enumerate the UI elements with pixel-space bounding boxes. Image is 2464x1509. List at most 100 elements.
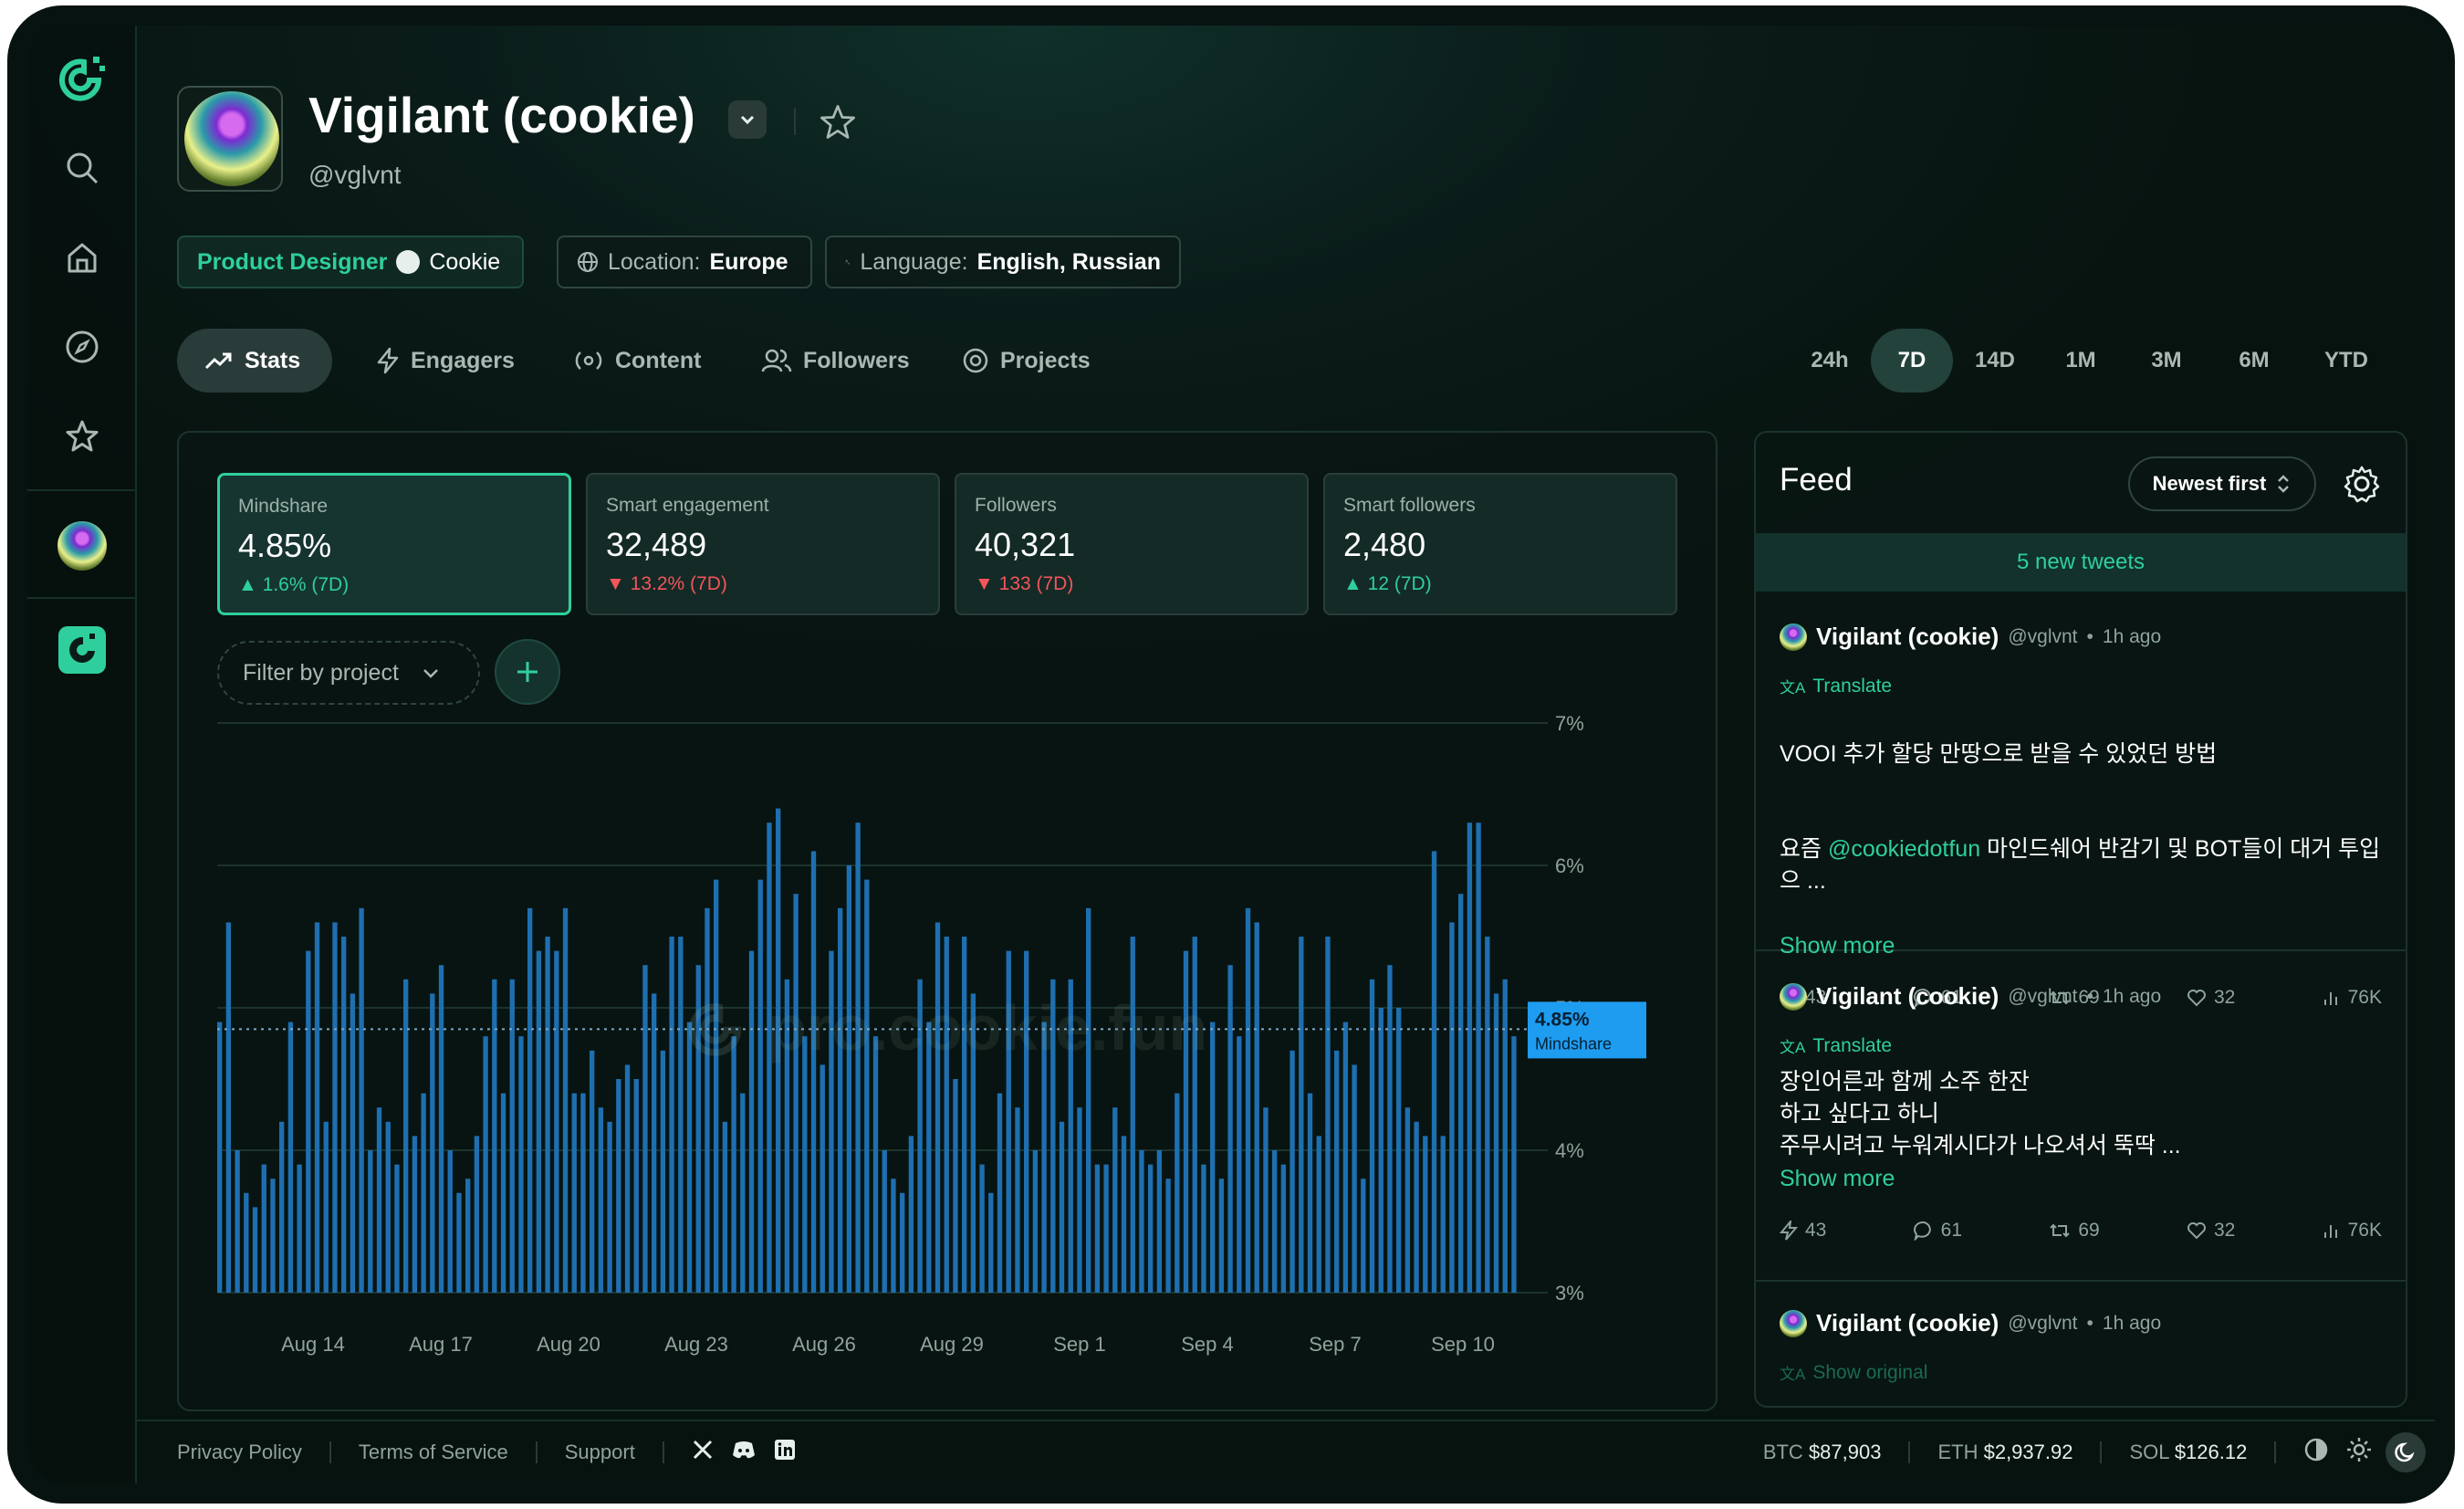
tweet-card[interactable]: Vigilant (cookie) @vglvnt • 1h ago 文A Sh…: [1756, 1282, 2406, 1406]
translate-link[interactable]: 文A Translate: [1780, 675, 2382, 697]
trending-up-icon: [204, 352, 232, 370]
x-tick-label: Sep 10: [1431, 1333, 1495, 1356]
tweet-card[interactable]: Vigilant (cookie) @vglvnt • 1h ago 文A Tr…: [1756, 951, 2406, 1282]
chart-bar: [705, 907, 710, 1293]
privacy-policy-link[interactable]: Privacy Policy: [177, 1441, 302, 1464]
language-chip: 文A Language: English, Russian: [825, 236, 1181, 288]
y-tick-label: 6%: [1555, 854, 1584, 877]
contrast-icon[interactable]: [2303, 1437, 2329, 1468]
sidebar-item-cookie-app-icon[interactable]: [55, 623, 110, 677]
views-stat[interactable]: 76K: [2323, 1220, 2382, 1242]
add-project-button[interactable]: [495, 639, 560, 705]
price-value: $2,937.92: [1983, 1441, 2073, 1463]
chart-bar: [882, 1150, 887, 1293]
chart-bar: [1032, 1150, 1039, 1293]
translate-icon: 文A: [1780, 1039, 1806, 1056]
chart-bar: [846, 865, 852, 1293]
range-7d[interactable]: 7D: [1871, 329, 1953, 393]
gear-icon[interactable]: [2342, 464, 2382, 504]
sort-select[interactable]: Newest first: [2128, 456, 2316, 511]
chart-bar: [1396, 1008, 1402, 1293]
chart-bar: [872, 1036, 879, 1293]
compass-icon[interactable]: [55, 320, 110, 374]
tab-label: Content: [615, 347, 702, 373]
x-twitter-icon[interactable]: [692, 1439, 714, 1466]
chart-bar: [536, 950, 542, 1293]
chart-bar: [562, 907, 569, 1293]
tab-engagers[interactable]: Engagers: [376, 329, 515, 393]
tweet-line: VOOI 추가 할당 만땅으로 받을 수 있었던 방법: [1780, 741, 2218, 767]
feed-title: Feed: [1780, 462, 1853, 498]
range-3m[interactable]: 3M: [2130, 329, 2203, 393]
metric-card-mindshare[interactable]: Mindshare 4.85% ▲ 1.6% (7D): [217, 473, 571, 615]
retweet-stat[interactable]: 69: [2049, 1220, 2100, 1242]
chart-bar: [403, 979, 409, 1293]
chart-bar: [394, 1164, 400, 1293]
like-stat[interactable]: 32: [2187, 1220, 2235, 1242]
translate-link[interactable]: 文A Translate: [1780, 1034, 2382, 1057]
current-value-label: Mindshare: [1535, 1034, 1612, 1053]
chart-bar: [1086, 907, 1091, 1293]
support-link[interactable]: Support: [565, 1441, 635, 1464]
moon-icon[interactable]: [2386, 1432, 2427, 1472]
footer-divider: [2274, 1441, 2277, 1463]
metric-card-followers[interactable]: Followers 40,321 ▼ 133 (7D): [955, 473, 1309, 615]
mention-link[interactable]: @cookiedotfun: [1828, 836, 1980, 862]
filter-by-project-select[interactable]: Filter by project: [217, 641, 480, 705]
favorite-star-icon[interactable]: [818, 102, 858, 142]
star-icon[interactable]: [55, 409, 110, 464]
chart-bar: [571, 1093, 577, 1293]
chart-bar: [323, 1121, 329, 1293]
plus-icon: [517, 662, 538, 682]
chart-bar: [1414, 1121, 1419, 1293]
chart-bar: [934, 922, 941, 1293]
chart-bar: [492, 979, 497, 1293]
tab-projects[interactable]: Projects: [962, 329, 1091, 393]
chart-bar: [997, 1093, 1003, 1293]
chart-bar: [1458, 894, 1464, 1293]
terms-of-service-link[interactable]: Terms of Service: [359, 1441, 508, 1464]
chart-bar: [1440, 1136, 1446, 1293]
metric-card-smart-followers[interactable]: Smart followers 2,480 ▲ 12 (7D): [1323, 473, 1677, 615]
metric-delta: 13.2% (7D): [630, 573, 727, 594]
chart-bar: [474, 1136, 480, 1293]
search-icon[interactable]: [55, 141, 110, 195]
range-1m[interactable]: 1M: [2044, 329, 2117, 393]
watermark-text: pro.cookie.fun: [767, 992, 1208, 1064]
new-tweets-banner[interactable]: 5 new tweets: [1756, 533, 2406, 592]
x-tick-label: Sep 7: [1309, 1333, 1362, 1356]
range-6m[interactable]: 6M: [2218, 329, 2291, 393]
tab-content[interactable]: Content: [573, 329, 701, 393]
range-14d[interactable]: 14D: [1957, 329, 2033, 393]
sidebar-item-profile-avatar[interactable]: [55, 519, 110, 573]
tab-stats[interactable]: Stats: [177, 329, 332, 393]
sort-chevrons-icon: [2278, 475, 2290, 493]
chart-bar: [891, 1179, 896, 1293]
location-chip: Location: Europe: [557, 236, 812, 288]
sun-icon[interactable]: [2345, 1436, 2373, 1469]
tweet-card[interactable]: Vigilant (cookie) @vglvnt • 1h ago 文A Tr…: [1756, 592, 2406, 1008]
show-more-link[interactable]: Show more: [1780, 1166, 2382, 1192]
reply-stat[interactable]: 61: [1913, 1220, 1963, 1242]
x-tick-label: Sep 1: [1053, 1333, 1106, 1356]
metric-card-smart-engagement[interactable]: Smart engagement 32,489 ▼ 13.2% (7D): [586, 473, 940, 615]
discord-icon[interactable]: [732, 1440, 756, 1465]
reply-count: 61: [1940, 1220, 1963, 1241]
tab-followers[interactable]: Followers: [761, 329, 910, 393]
x-tick-label: Sep 4: [1181, 1333, 1234, 1356]
boost-stat[interactable]: 43: [1780, 1220, 1826, 1242]
show-original-link[interactable]: 文A Show original: [1780, 1361, 2382, 1384]
tweet-author: Vigilant (cookie): [1816, 982, 1999, 1010]
cookie-logo-icon[interactable]: [55, 51, 110, 106]
chart-bar: [1316, 1136, 1321, 1293]
home-icon[interactable]: [55, 230, 110, 285]
linkedin-icon[interactable]: [774, 1439, 796, 1466]
tweet-time: 1h ago: [2102, 625, 2162, 647]
range-24h[interactable]: 24h: [1798, 329, 1862, 393]
watermark: pro.cookie.fun: [685, 991, 1207, 1064]
chart-bar: [1175, 1093, 1180, 1293]
profile-dropdown-button[interactable]: [728, 100, 767, 139]
chart-bar: [350, 993, 356, 1293]
device-frame: Vigilant (cookie) @vglvnt Product Design…: [7, 5, 2455, 1504]
range-ytd[interactable]: YTD: [2305, 329, 2387, 393]
